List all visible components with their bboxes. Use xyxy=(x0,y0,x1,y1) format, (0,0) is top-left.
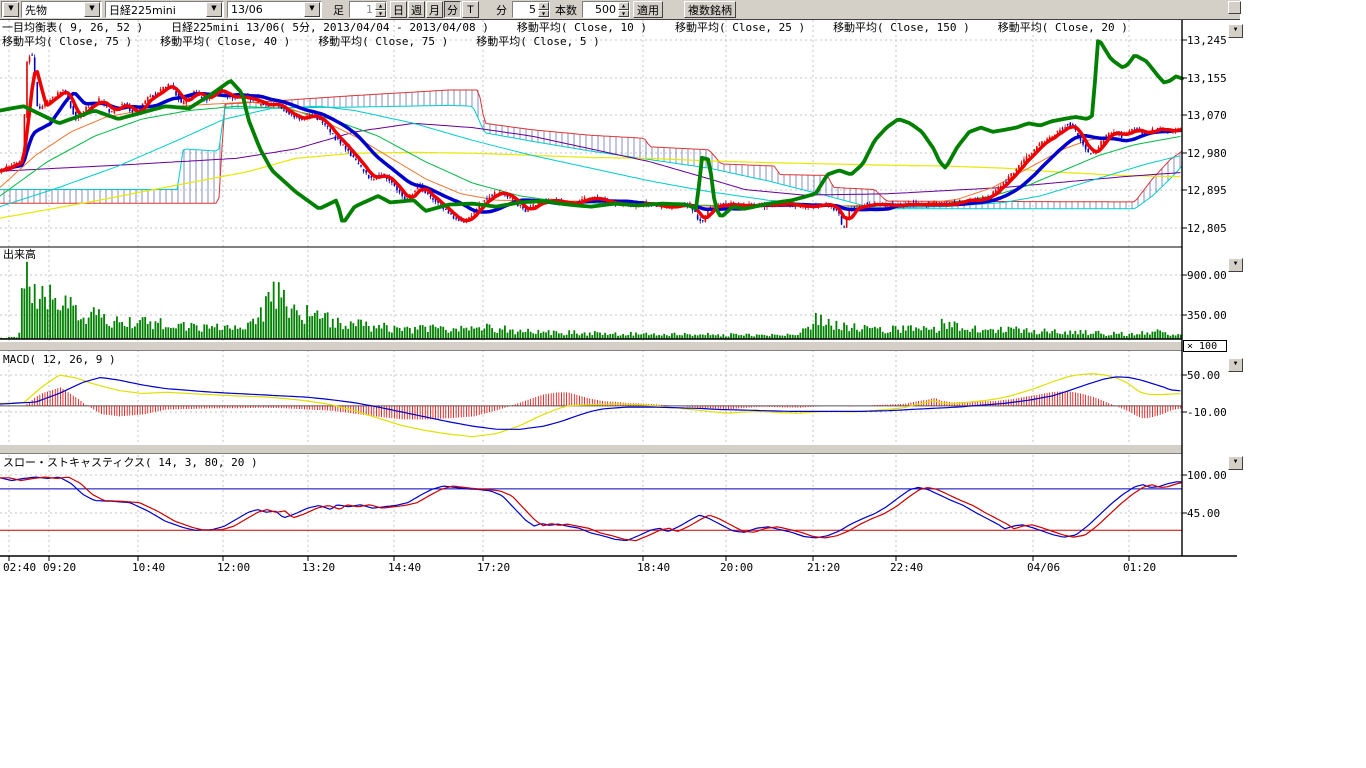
legend-entry: 移動平均( Close, 150 ) xyxy=(833,21,970,34)
time-tick-label: 02:40 xyxy=(3,561,36,574)
macd-tick-label: -10.00 xyxy=(1187,407,1227,418)
period-button-T[interactable]: T xyxy=(462,1,479,18)
chart-canvas xyxy=(0,20,1245,580)
horizontal-gridlines xyxy=(0,40,1182,513)
time-tick-label: 04/06 xyxy=(1027,561,1060,574)
price-tick-label: 13,070 xyxy=(1187,110,1227,121)
bar-interval-value: 1 xyxy=(350,3,375,16)
time-tick-label: 09:20 xyxy=(43,561,76,574)
legend-entry: 日経225mini 13/06( 5分, 2013/04/04 - 2013/0… xyxy=(171,21,489,34)
time-tick-label: 10:40 xyxy=(132,561,165,574)
stoch-tick-label: 45.00 xyxy=(1187,508,1220,519)
chevron-down-icon[interactable]: ▼ xyxy=(3,2,19,17)
price-tick-label: 12,805 xyxy=(1187,223,1227,234)
legend-entry: 移動平均( Close, 5 ) xyxy=(476,35,599,48)
stoch-tick-label: 100.00 xyxy=(1187,470,1227,481)
price-tick-label: 13,245 xyxy=(1187,35,1227,46)
time-tick-label: 18:40 xyxy=(637,561,670,574)
axis-tick-marks xyxy=(9,40,1187,561)
panel-scale-dropdown[interactable]: ▼ xyxy=(1228,24,1243,38)
bar-count-stepper[interactable]: 500 ▲▼ xyxy=(582,1,630,18)
symbol-value: 日経225mini xyxy=(106,2,179,18)
bar-type-label: 足 xyxy=(331,2,346,18)
volume-panel-title: 出来高 xyxy=(3,249,36,261)
chevron-down-icon[interactable]: ▼ xyxy=(206,2,222,17)
macd-tick-label: 50.00 xyxy=(1187,370,1220,381)
symbol-combo[interactable]: 日経225mini ▼ xyxy=(105,1,224,18)
period-button-分[interactable]: 分 xyxy=(444,1,461,18)
stochastics-panel xyxy=(0,477,1182,540)
minute-value: 5 xyxy=(513,3,538,16)
legend-entry: 移動平均( Close, 10 ) xyxy=(517,21,647,34)
vertical-gridlines xyxy=(9,20,1129,556)
scroll-corner-button[interactable] xyxy=(1228,1,1241,14)
bar-count-value: 500 xyxy=(583,3,618,16)
chevron-down-icon[interactable]: ▼ xyxy=(304,2,320,17)
minute-label: 分 xyxy=(494,2,509,18)
panel-scale-dropdown[interactable]: ▼ xyxy=(1228,358,1243,372)
time-tick-label: 20:00 xyxy=(720,561,753,574)
asset-class-value: 先物 xyxy=(22,2,50,18)
time-tick-label: 21:20 xyxy=(807,561,840,574)
contract-month-value: 13/06 xyxy=(228,3,266,16)
contract-month-combo[interactable]: 13/06 ▼ xyxy=(227,1,322,18)
time-tick-label: 17:20 xyxy=(477,561,510,574)
volume-bars xyxy=(0,262,1181,339)
period-button-日[interactable]: 日 xyxy=(390,1,407,18)
legend-entry: 移動平均( Close, 20 ) xyxy=(998,21,1128,34)
minute-stepper[interactable]: 5 ▲▼ xyxy=(512,1,550,18)
spinner-icon[interactable]: ▲▼ xyxy=(375,2,386,17)
toolbar: ▼ 先物 ▼ 日経225mini ▼ 13/06 ▼ 足 1 ▲▼ 日週月分T … xyxy=(0,0,1240,20)
period-button-月[interactable]: 月 xyxy=(426,1,443,18)
asset-class-combo[interactable]: 先物 ▼ xyxy=(21,1,102,18)
legend-entry: 一目均衡表( 9, 26, 52 ) xyxy=(2,21,143,34)
time-tick-label: 01:20 xyxy=(1123,561,1156,574)
mini-combo[interactable]: ▼ xyxy=(1,1,18,18)
chikou-span xyxy=(0,41,1182,221)
spinner-icon[interactable]: ▲▼ xyxy=(618,2,629,17)
volume-multiplier-badge: × 100 xyxy=(1183,340,1227,352)
time-tick-label: 12:00 xyxy=(217,561,250,574)
volume-tick-label: 350.00 xyxy=(1187,310,1227,321)
price-tick-label: 13,155 xyxy=(1187,73,1227,84)
bar-count-label: 本数 xyxy=(553,2,579,18)
legend-row-1: 一目均衡表( 9, 26, 52 ) 日経225mini 13/06( 5分, 2… xyxy=(2,22,1156,34)
period-button-週[interactable]: 週 xyxy=(408,1,425,18)
chevron-down-icon[interactable]: ▼ xyxy=(84,2,100,17)
legend-entry: 移動平均( Close, 40 ) xyxy=(160,35,290,48)
macd-panel-title: MACD( 12, 26, 9 ) xyxy=(3,354,116,366)
time-tick-label: 14:40 xyxy=(388,561,421,574)
price-tick-label: 12,980 xyxy=(1187,148,1227,159)
panel-scale-dropdown[interactable]: ▼ xyxy=(1228,456,1243,470)
bar-interval-stepper[interactable]: 1 ▲▼ xyxy=(349,1,387,18)
spinner-icon[interactable]: ▲▼ xyxy=(538,2,549,17)
multi-symbol-button[interactable]: 複数銘柄 xyxy=(684,1,736,18)
legend-entry: 移動平均( Close, 75 ) xyxy=(2,35,132,48)
legend-entry: 移動平均( Close, 25 ) xyxy=(675,21,805,34)
time-tick-label: 22:40 xyxy=(890,561,923,574)
apply-button[interactable]: 適用 xyxy=(633,1,663,18)
time-tick-label: 13:20 xyxy=(302,561,335,574)
legend-entry: 移動平均( Close, 75 ) xyxy=(318,35,448,48)
legend-row-2: 移動平均( Close, 75 ) 移動平均( Close, 40 ) 移動平均( … xyxy=(2,36,628,48)
chart-area: 一目均衡表( 9, 26, 52 ) 日経225mini 13/06( 5分, 2… xyxy=(0,20,1366,620)
stoch-panel-title: スロー・ストキャスティクス( 14, 3, 80, 20 ) xyxy=(3,457,258,469)
panel-scale-dropdown[interactable]: ▼ xyxy=(1228,258,1243,272)
price-tick-label: 12,895 xyxy=(1187,185,1227,196)
period-button-group: 日週月分T xyxy=(390,1,479,18)
volume-tick-label: 900.00 xyxy=(1187,270,1227,281)
chart-application: ▼ 先物 ▼ 日経225mini ▼ 13/06 ▼ 足 1 ▲▼ 日週月分T … xyxy=(0,0,1366,768)
macd-panel xyxy=(0,374,1182,437)
